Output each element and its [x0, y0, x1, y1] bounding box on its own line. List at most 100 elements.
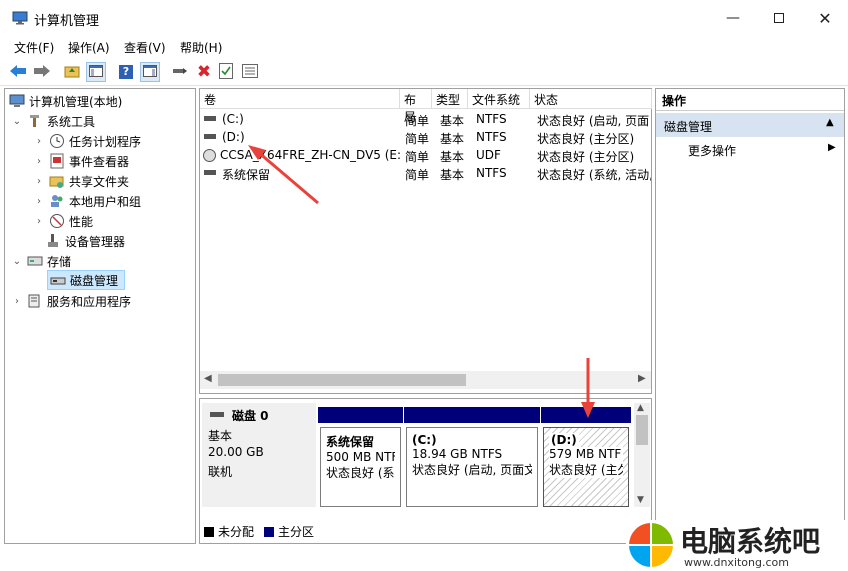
cell-status: 状态良好 (启动, 页面	[537, 114, 650, 128]
tree-item-storage[interactable]: ⌄ 存储	[11, 251, 71, 271]
chevron-right-icon[interactable]: ›	[33, 156, 45, 167]
tree-item-shared-folders[interactable]: › 共享文件夹	[33, 171, 129, 191]
tree-item-performance[interactable]: › 性能	[33, 211, 93, 231]
chevron-down-icon[interactable]: ⌄	[11, 256, 23, 267]
table-row[interactable]: 系统保留 简单 基本 NTFS 状态良好 (系统, 活动,	[200, 165, 652, 183]
tree-item-disk-management[interactable]: 磁盘管理	[47, 270, 125, 290]
up-folder-button[interactable]	[62, 62, 82, 82]
disk-name: 磁盘 0	[232, 409, 269, 423]
chevron-down-icon[interactable]: ⌄	[11, 116, 23, 127]
tree-label: 存储	[47, 254, 72, 269]
unallocated-swatch	[204, 526, 214, 537]
tree-item-task-scheduler[interactable]: › 任务计划程序	[33, 131, 141, 151]
forward-button[interactable]	[32, 62, 52, 82]
delete-x-icon: ✖	[196, 62, 212, 82]
partition-size: 579 MB NTF	[549, 447, 623, 461]
cell-filesystem: NTFS	[476, 112, 507, 126]
forward-arrow-icon	[33, 64, 51, 81]
toolbar: ? ✖	[0, 58, 848, 86]
users-icon	[49, 193, 65, 209]
partition-name: 系统保留	[326, 435, 375, 449]
partition-system-reserved[interactable]: 系统保留 500 MB NTF 状态良好 (系	[318, 407, 403, 507]
help-button[interactable]: ?	[116, 62, 136, 82]
more-actions-label: 更多操作	[688, 144, 737, 158]
menu-bar: 文件(F) 操作(A) 查看(V) 帮助(H)	[0, 36, 848, 58]
chevron-right-icon[interactable]: ›	[11, 296, 23, 307]
tree-item-system-tools[interactable]: ⌄ 系统工具	[11, 111, 95, 131]
scrollbar-thumb[interactable]	[636, 415, 648, 445]
column-header-volume[interactable]: 卷	[200, 89, 400, 109]
table-row-d-values: 简单 基本 NTFS 状态良好 (主分区)	[200, 129, 652, 147]
watermark: 电脑系统吧 www.dnxitong.com	[626, 520, 848, 570]
chevron-right-icon[interactable]: ›	[33, 216, 45, 227]
cell-volume: (C:)	[222, 112, 244, 126]
cd-drive-icon	[203, 149, 216, 162]
partition-d[interactable]: (D:) 579 MB NTF 状态良好 (主久	[541, 407, 631, 507]
window-title: 计算机管理	[34, 14, 100, 29]
partition-status: 状态良好 (启动, 页面文	[412, 463, 532, 477]
cell-layout: 简单	[405, 168, 430, 182]
properties-checklist-icon	[219, 62, 233, 82]
scroll-right-icon[interactable]: ▶	[638, 373, 646, 384]
tree-item-event-viewer[interactable]: › 事件查看器	[33, 151, 129, 171]
legend-unallocated: 未分配	[218, 525, 255, 539]
cell-status: 状态良好 (主分区)	[537, 132, 635, 146]
column-header-status[interactable]: 状态	[530, 89, 652, 109]
chevron-right-icon[interactable]: ›	[33, 136, 45, 147]
storage-icon	[27, 253, 43, 269]
table-row[interactable]: CCSA_X64FRE_ZH-CN_DV5 (E:) 简单 基本 UDF 状态良…	[200, 147, 652, 165]
minimize-button[interactable]: —	[710, 0, 756, 36]
tree-item-local-users[interactable]: › 本地用户和组	[33, 191, 141, 211]
connect-button[interactable]	[170, 62, 190, 82]
actions-section-disk-management[interactable]: 磁盘管理 ▲	[656, 113, 844, 137]
legend: 未分配 主分区	[204, 523, 314, 540]
disk-info-block[interactable]: 磁盘 0 基本 20.00 GB 联机	[202, 403, 316, 507]
partition-box-selected: (D:) 579 MB NTF 状态良好 (主久	[543, 427, 629, 507]
event-viewer-icon	[49, 153, 65, 169]
tree-label: 事件查看器	[69, 154, 130, 169]
cell-type: 基本	[440, 150, 465, 164]
tree-item-device-manager[interactable]: 设备管理器	[45, 231, 125, 251]
title-bar: 计算机管理 — ✕	[0, 0, 848, 36]
tree-label: 磁盘管理	[70, 273, 119, 288]
column-header-filesystem[interactable]: 文件系统	[468, 89, 530, 109]
menu-help[interactable]: 帮助(H)	[180, 39, 222, 56]
scrollbar-thumb[interactable]	[218, 374, 466, 386]
back-button[interactable]	[8, 62, 28, 82]
scroll-up-icon[interactable]: ▲	[637, 403, 644, 413]
partition-c[interactable]: (C:) 18.94 GB NTFS 状态良好 (启动, 页面文	[404, 407, 540, 507]
chevron-right-icon[interactable]: ›	[33, 196, 45, 207]
menu-action[interactable]: 操作(A)	[68, 39, 110, 56]
chevron-right-icon[interactable]: ›	[33, 176, 45, 187]
scroll-down-icon[interactable]: ▼	[637, 495, 644, 505]
collapse-up-icon[interactable]: ▲	[826, 117, 834, 128]
device-manager-icon	[45, 233, 61, 249]
maximize-button[interactable]	[756, 0, 802, 36]
horizontal-scrollbar[interactable]: ◀ ▶	[200, 371, 651, 389]
cell-type: 基本	[440, 168, 465, 182]
menu-file[interactable]: 文件(F)	[14, 39, 54, 56]
services-icon	[27, 293, 43, 309]
cell-layout: 简单	[405, 114, 430, 128]
column-header-layout[interactable]: 布局	[400, 89, 432, 124]
close-button[interactable]: ✕	[802, 0, 848, 36]
watermark-brand: 电脑系统吧	[680, 525, 821, 558]
scroll-left-icon[interactable]: ◀	[204, 373, 212, 384]
watermark-url: www.dnxitong.com	[684, 556, 789, 569]
show-hide-action-pane-button[interactable]	[140, 62, 160, 82]
volume-list-pane: 卷 布局 类型 文件系统 状态 (C:) 简单 基本 NTFS 状态良好 (启动…	[199, 88, 652, 394]
partition-size: 500 MB NTF	[326, 450, 395, 464]
properties-button[interactable]	[216, 62, 236, 82]
tree-item-root[interactable]: 计算机管理(本地)	[9, 91, 122, 111]
column-header-type[interactable]: 类型	[432, 89, 468, 109]
tree-item-services[interactable]: › 服务和应用程序	[11, 291, 131, 311]
vertical-scrollbar[interactable]: ▲ ▼	[634, 403, 650, 507]
more-actions-item[interactable]: 更多操作 ▶	[656, 139, 844, 161]
export-list-button[interactable]	[240, 62, 260, 82]
delete-button[interactable]: ✖	[194, 62, 214, 82]
table-row[interactable]: (C:) 简单 基本 NTFS 状态良好 (启动, 页面	[200, 111, 652, 129]
disk-status: 联机	[208, 465, 233, 479]
show-hide-tree-button[interactable]	[86, 62, 106, 82]
menu-view[interactable]: 查看(V)	[124, 39, 166, 56]
cell-type: 基本	[440, 132, 465, 146]
